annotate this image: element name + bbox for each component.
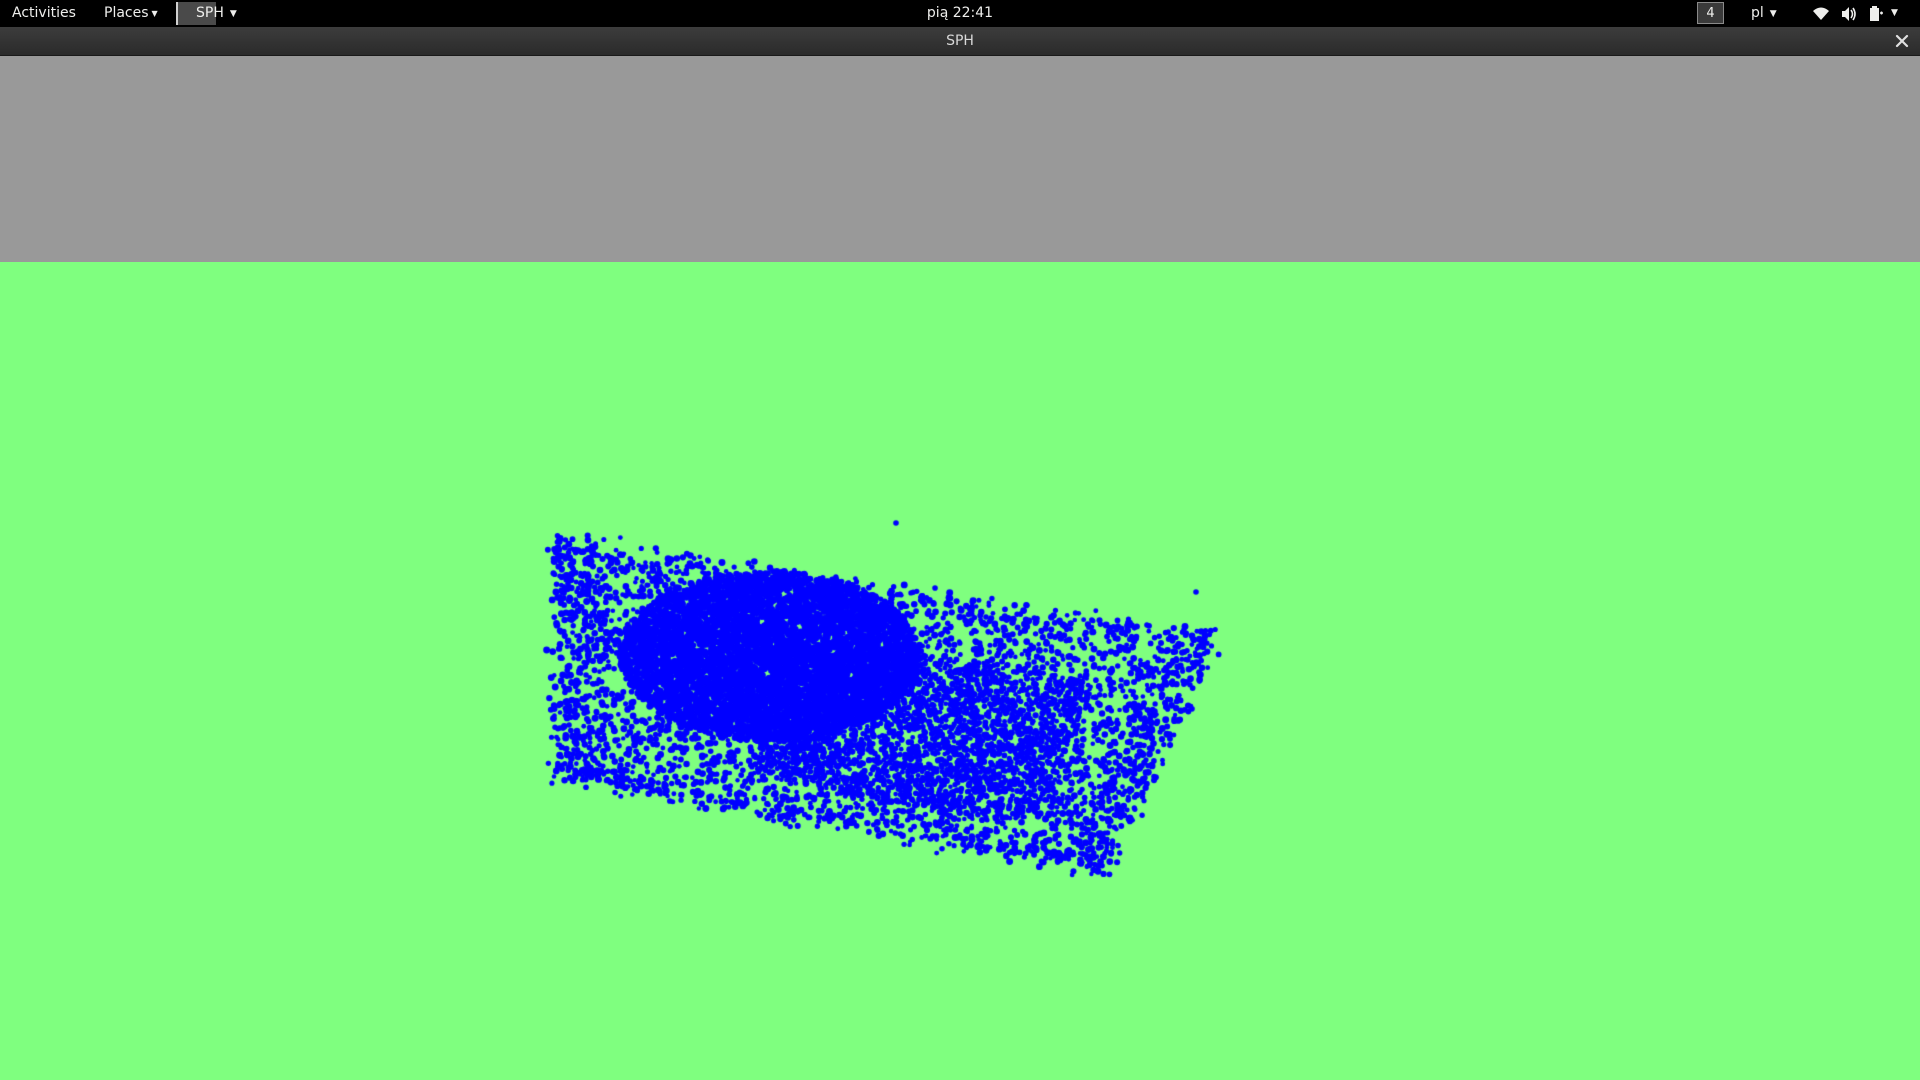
app-menu-label: SPH (196, 5, 224, 21)
clock-label: pią 22:41 (926, 5, 994, 21)
workspace-number: 4 (1706, 6, 1715, 21)
app-menu[interactable]: SPH ▼ (176, 0, 242, 27)
keyboard-layout-label: pl (1751, 5, 1764, 21)
places-label: Places (104, 5, 149, 21)
chevron-down-icon: ▼ (151, 9, 158, 18)
power-icon[interactable] (1867, 5, 1885, 23)
window-titlebar[interactable]: SPH (0, 27, 1920, 56)
activities-button[interactable]: Activities (12, 0, 76, 27)
simulation-viewport[interactable] (0, 56, 1920, 1080)
close-icon[interactable] (1894, 33, 1910, 49)
fluid-particles (0, 56, 1920, 1080)
volume-icon[interactable] (1840, 5, 1858, 23)
keyboard-layout-menu[interactable]: pl ▼ (1751, 0, 1777, 27)
chevron-down-icon: ▼ (229, 9, 237, 19)
wifi-icon[interactable] (1812, 5, 1830, 23)
top-bar: Activities Places ▼ SPH ▼ pią 22:41 4 pl ▼ (0, 0, 1920, 27)
chevron-down-icon: ▼ (1769, 9, 1777, 19)
window-title: SPH (946, 33, 974, 49)
workspace-indicator[interactable]: 4 (1697, 2, 1724, 24)
screen: Activities Places ▼ SPH ▼ pią 22:41 4 pl ▼ (0, 0, 1920, 1080)
activities-label: Activities (12, 5, 76, 21)
clock[interactable]: pią 22:41 (920, 0, 1000, 27)
places-menu[interactable]: Places ▼ (104, 0, 158, 27)
chevron-down-icon[interactable]: ▼ (1891, 0, 1898, 27)
